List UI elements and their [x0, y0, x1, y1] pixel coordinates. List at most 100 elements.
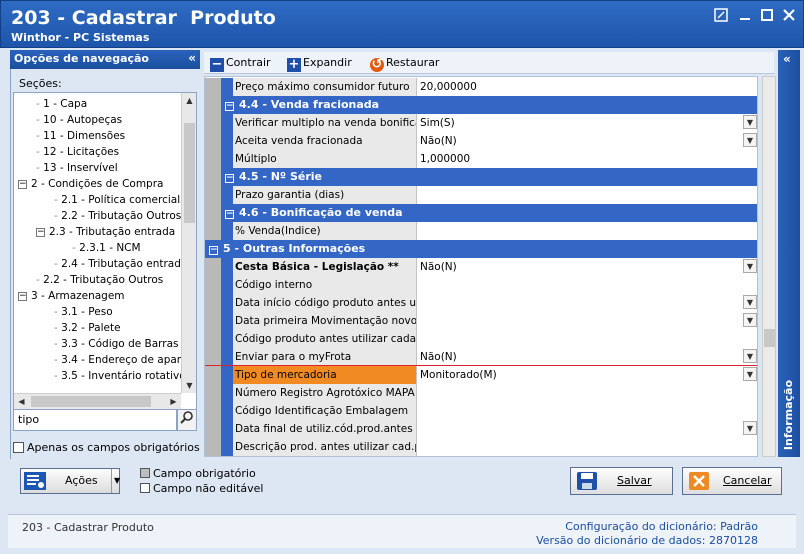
tree-item[interactable]: - 3.4 - Endereço de apanha	[54, 352, 196, 368]
restore-button[interactable]: ↺ Restaurar	[370, 54, 439, 72]
hscroll-thumb[interactable]	[31, 396, 151, 407]
tree-item[interactable]: - 11 - Dimensões	[36, 128, 125, 144]
grid-vertical-scrollbar[interactable]	[762, 76, 776, 457]
tree-item[interactable]: - 12 - Licitações	[36, 144, 119, 160]
chevron-down-icon[interactable]: ▼	[743, 295, 757, 309]
chevron-down-icon[interactable]: ▼	[111, 469, 120, 493]
property-row[interactable]: Descrição prod. antes utilizar cad.proc	[205, 438, 757, 456]
collapse-button[interactable]: − Contrair	[210, 54, 271, 72]
expand-button[interactable]: + Expandir	[287, 54, 352, 72]
required-only-checkbox[interactable]: Apenas os campos obrigatórios	[13, 441, 200, 454]
collapse-toggle-icon[interactable]: −	[18, 180, 27, 189]
property-row[interactable]: % Venda(Indice)	[205, 222, 757, 240]
property-row[interactable]: Código interno	[205, 276, 757, 294]
property-value[interactable]: Monitorado(M) ▼	[416, 366, 757, 384]
chevron-down-icon[interactable]: ▼	[743, 349, 757, 363]
tree-item[interactable]: - 1 - Capa	[36, 96, 87, 112]
property-row-selected[interactable]: Tipo de mercadoria Monitorado(M) ▼	[205, 365, 757, 385]
property-value[interactable]	[416, 186, 757, 204]
tree-item[interactable]: −2.3 - Tributação entrada	[36, 224, 175, 240]
property-value[interactable]: ▼	[416, 420, 757, 438]
property-value[interactable]: Sim(S) ▼	[416, 114, 757, 132]
category-header[interactable]: −4.4 - Venda fracionada	[221, 96, 757, 114]
tree-horizontal-scrollbar[interactable]: ◀ ▶	[14, 393, 181, 409]
chevron-down-icon[interactable]: ▼	[743, 115, 757, 129]
collapse-left-icon[interactable]: «	[188, 51, 196, 65]
property-row[interactable]: Número Registro Agrotóxico MAPA	[205, 384, 757, 402]
actions-button[interactable]: Ações ▼	[20, 468, 120, 494]
property-row[interactable]: Prazo garantia (dias)	[205, 186, 757, 204]
chevron-down-icon[interactable]: ▼	[743, 421, 757, 435]
category-header[interactable]: −5 - Outras Informações	[205, 240, 757, 258]
chevron-down-icon[interactable]: ▼	[743, 259, 757, 273]
scroll-left-icon[interactable]: ◀	[14, 394, 29, 409]
expand-right-icon[interactable]: «	[783, 52, 791, 66]
tree-item[interactable]: - 3.2 - Palete	[54, 320, 121, 336]
property-value[interactable]: ▼	[416, 312, 757, 330]
collapse-toggle-icon[interactable]: −	[36, 228, 45, 237]
property-row[interactable]: Data final de utiliz.cód.prod.antes de ▼	[205, 420, 757, 438]
chevron-down-icon[interactable]: ▼	[743, 313, 757, 327]
property-row[interactable]: Cesta Básica - Legislação ** Não(N) ▼	[205, 258, 757, 276]
collapse-toggle-icon[interactable]: −	[225, 174, 234, 183]
tree-item[interactable]: - 3.3 - Código de Barras	[54, 336, 179, 352]
scroll-up-icon[interactable]: ▲	[182, 93, 196, 108]
tree-item[interactable]: −2 - Condições de Compra	[18, 176, 163, 192]
scroll-right-icon[interactable]: ▶	[166, 394, 181, 409]
search-input[interactable]: tipo	[13, 409, 177, 431]
property-row[interactable]: Preço máximo consumidor futuro 20,000000	[205, 78, 757, 96]
grid-scroll-thumb[interactable]	[764, 329, 775, 347]
property-row[interactable]: Múltiplo 1,000000	[205, 150, 757, 168]
tree-item-label: 2.1 - Política comercial comp	[61, 194, 196, 206]
tree-item[interactable]: - 2.4 - Tributação entrada In	[54, 256, 196, 272]
chevron-down-icon[interactable]: ▼	[743, 367, 757, 381]
property-value[interactable]: Não(N) ▼	[416, 348, 757, 366]
edit-icon[interactable]	[713, 8, 729, 24]
collapse-toggle-icon[interactable]: −	[225, 210, 234, 219]
property-value[interactable]: ▼	[416, 294, 757, 312]
property-row[interactable]: Enviar para o myFrota Não(N) ▼	[205, 348, 757, 366]
property-row[interactable]: Verificar multiplo na venda bonifica Sim(…	[205, 114, 757, 132]
tree-item[interactable]: - 2.1 - Política comercial comp	[54, 192, 196, 208]
property-row[interactable]: Data início código produto antes utiliz ▼	[205, 294, 757, 312]
scroll-thumb[interactable]	[184, 123, 195, 223]
property-row[interactable]: Código Identificação Embalagem	[205, 402, 757, 420]
property-value[interactable]	[416, 330, 757, 348]
scroll-down-icon[interactable]: ▼	[182, 378, 196, 393]
save-button[interactable]: Salvar	[570, 467, 673, 495]
tree-item[interactable]: - 10 - Autopeças	[36, 112, 122, 128]
collapse-toggle-icon[interactable]: −	[18, 292, 27, 301]
property-value[interactable]	[416, 384, 757, 402]
maximize-icon[interactable]	[759, 8, 775, 24]
tree-item[interactable]: - 2.3.1 - NCM	[72, 240, 141, 256]
tree-item[interactable]: −3 - Armazenagem	[18, 288, 125, 304]
property-value[interactable]: 20,000000	[416, 78, 757, 96]
tree-item[interactable]: - 3.5 - Inventário rotativo	[54, 368, 186, 384]
chevron-down-icon[interactable]: ▼	[743, 133, 757, 147]
category-header[interactable]: −4.6 - Bonificação de venda	[221, 204, 757, 222]
tree-item[interactable]: - 2.2 - Tributação Outros	[54, 208, 181, 224]
info-panel-strip[interactable]: « Informação	[778, 50, 800, 457]
tree-item[interactable]: - 13 - Inservível	[36, 160, 118, 176]
property-row[interactable]: Aceita venda fracionada Não(N) ▼	[205, 132, 757, 150]
tree-vertical-scrollbar[interactable]: ▲ ▼	[181, 93, 196, 393]
search-icon[interactable]	[177, 409, 197, 431]
checkbox-box[interactable]	[13, 442, 24, 453]
property-value[interactable]	[416, 438, 757, 456]
tree-item[interactable]: - 3.1 - Peso	[54, 304, 113, 320]
property-row[interactable]: Data primeira Movimentação novo cód ▼	[205, 312, 757, 330]
cancel-button[interactable]: Cancelar	[682, 467, 782, 495]
category-header[interactable]: −4.5 - Nº Série	[221, 168, 757, 186]
property-value[interactable]	[416, 276, 757, 294]
tree-item[interactable]: - 2.2 - Tributação Outros	[36, 272, 163, 288]
minimize-icon[interactable]	[737, 8, 753, 24]
property-value[interactable]: Não(N) ▼	[416, 258, 757, 276]
property-value[interactable]: Não(N) ▼	[416, 132, 757, 150]
collapse-toggle-icon[interactable]: −	[209, 246, 218, 255]
property-row[interactable]: Código produto antes utilizar cadastr	[205, 330, 757, 348]
collapse-toggle-icon[interactable]: −	[225, 102, 234, 111]
property-value[interactable]: 1,000000	[416, 150, 757, 168]
property-value[interactable]	[416, 222, 757, 240]
property-value[interactable]	[416, 402, 757, 420]
close-icon[interactable]	[781, 8, 797, 24]
